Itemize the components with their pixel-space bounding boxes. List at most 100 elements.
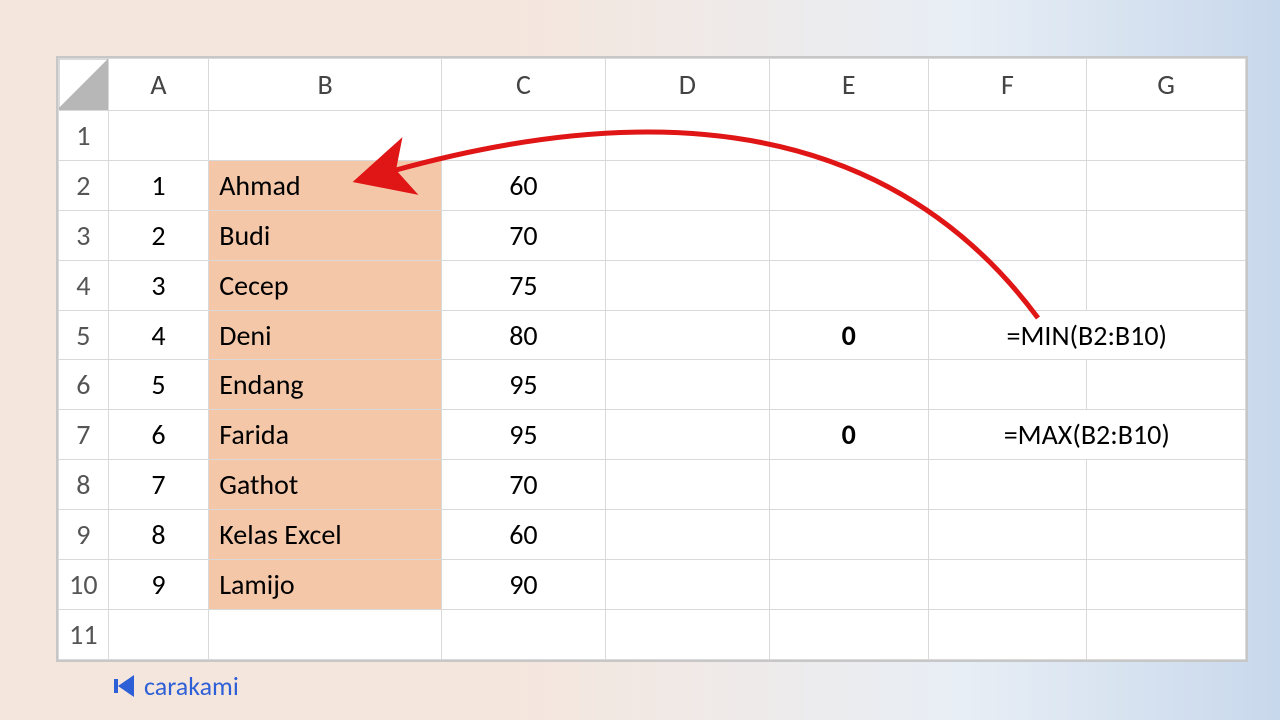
row-header[interactable]: 1: [59, 110, 109, 160]
cell-nilai[interactable]: 60: [441, 160, 605, 210]
cell[interactable]: [441, 610, 605, 660]
row-header[interactable]: 2: [59, 160, 109, 210]
cell[interactable]: [928, 260, 1087, 310]
cell[interactable]: [769, 260, 928, 310]
row-header[interactable]: 7: [59, 410, 109, 460]
cell[interactable]: [605, 460, 769, 510]
cell-nilai[interactable]: 80: [441, 310, 605, 360]
cell-no[interactable]: 1: [108, 160, 209, 210]
cell-nama[interactable]: Deni: [209, 310, 442, 360]
col-header-C[interactable]: C: [441, 59, 605, 111]
cell[interactable]: [769, 610, 928, 660]
cell-nilai[interactable]: 60: [441, 510, 605, 560]
col-header-A[interactable]: A: [108, 59, 209, 111]
row-header[interactable]: 6: [59, 360, 109, 410]
cell-nilai[interactable]: 95: [441, 360, 605, 410]
cell-nilai[interactable]: 70: [441, 210, 605, 260]
cell-no[interactable]: 4: [108, 310, 209, 360]
min-result-cell[interactable]: 0: [769, 310, 928, 360]
col-header-E[interactable]: E: [769, 59, 928, 111]
cell[interactable]: [769, 360, 928, 410]
cell[interactable]: [605, 160, 769, 210]
min-formula-cell[interactable]: =MIN(B2:B10): [928, 310, 1245, 360]
header-nama[interactable]: NAMA: [209, 110, 442, 160]
cell[interactable]: [1087, 260, 1246, 310]
cell[interactable]: [1087, 460, 1246, 510]
column-header-row: A B C D E F G: [59, 59, 1246, 111]
row-header[interactable]: 9: [59, 510, 109, 560]
row-5: 5 4 Deni 80 0 =MIN(B2:B10): [59, 310, 1246, 360]
cell-nama[interactable]: Ahmad: [209, 160, 442, 210]
header-nilai[interactable]: NILAI: [441, 110, 605, 160]
cell[interactable]: [928, 160, 1087, 210]
cell[interactable]: [1087, 510, 1246, 560]
cell-no[interactable]: 8: [108, 510, 209, 560]
row-header[interactable]: 8: [59, 460, 109, 510]
cell[interactable]: [1087, 360, 1246, 410]
cell-no[interactable]: 6: [108, 410, 209, 460]
cell[interactable]: [1087, 110, 1246, 160]
row-header[interactable]: 5: [59, 310, 109, 360]
cell[interactable]: [605, 410, 769, 460]
max-result-cell[interactable]: 0: [769, 410, 928, 460]
cell[interactable]: [769, 510, 928, 560]
cell[interactable]: [928, 460, 1087, 510]
cell[interactable]: [1087, 560, 1246, 610]
select-all-corner[interactable]: [59, 59, 109, 111]
cell[interactable]: [108, 610, 209, 660]
cell-no[interactable]: 7: [108, 460, 209, 510]
cell[interactable]: [928, 560, 1087, 610]
cell[interactable]: [605, 360, 769, 410]
max-formula-cell[interactable]: =MAX(B2:B10): [928, 410, 1245, 460]
cell[interactable]: [209, 610, 442, 660]
cell[interactable]: [605, 560, 769, 610]
row-header[interactable]: 4: [59, 260, 109, 310]
cell-nilai[interactable]: 95: [441, 410, 605, 460]
cell[interactable]: [928, 360, 1087, 410]
header-no[interactable]: NO: [108, 110, 209, 160]
cell[interactable]: [1087, 210, 1246, 260]
cell[interactable]: [769, 460, 928, 510]
cell[interactable]: [928, 510, 1087, 560]
cell[interactable]: [605, 210, 769, 260]
cell[interactable]: [605, 610, 769, 660]
cell-no[interactable]: 9: [108, 560, 209, 610]
cell-nama[interactable]: Gathot: [209, 460, 442, 510]
cell[interactable]: [928, 110, 1087, 160]
cell[interactable]: [769, 560, 928, 610]
col-header-G[interactable]: G: [1087, 59, 1246, 111]
cell[interactable]: [605, 260, 769, 310]
cell[interactable]: [769, 210, 928, 260]
cell-nama[interactable]: Cecep: [209, 260, 442, 310]
cell-no[interactable]: 5: [108, 360, 209, 410]
cell[interactable]: [928, 210, 1087, 260]
cell-nilai[interactable]: 70: [441, 460, 605, 510]
cell-nama[interactable]: Lamijo: [209, 560, 442, 610]
row-10: 10 9 Lamijo 90: [59, 560, 1246, 610]
cell[interactable]: [1087, 160, 1246, 210]
cell[interactable]: [605, 110, 769, 160]
row-header[interactable]: 10: [59, 560, 109, 610]
row-header[interactable]: 11: [59, 610, 109, 660]
cell-nama[interactable]: Endang: [209, 360, 442, 410]
cell[interactable]: [1087, 610, 1246, 660]
cell[interactable]: [605, 310, 769, 360]
cell-nilai[interactable]: 90: [441, 560, 605, 610]
cell[interactable]: [605, 510, 769, 560]
row-4: 4 3 Cecep 75: [59, 260, 1246, 310]
cell-nilai[interactable]: 75: [441, 260, 605, 310]
col-header-B[interactable]: B: [209, 59, 442, 111]
row-11: 11: [59, 610, 1246, 660]
row-6: 6 5 Endang 95: [59, 360, 1246, 410]
col-header-D[interactable]: D: [605, 59, 769, 111]
cell-nama[interactable]: Farida: [209, 410, 442, 460]
col-header-F[interactable]: F: [928, 59, 1087, 111]
cell[interactable]: [769, 160, 928, 210]
cell[interactable]: [928, 610, 1087, 660]
cell-no[interactable]: 2: [108, 210, 209, 260]
cell-no[interactable]: 3: [108, 260, 209, 310]
cell-nama[interactable]: Budi: [209, 210, 442, 260]
cell-nama[interactable]: Kelas Excel: [209, 510, 442, 560]
cell[interactable]: [769, 110, 928, 160]
row-header[interactable]: 3: [59, 210, 109, 260]
